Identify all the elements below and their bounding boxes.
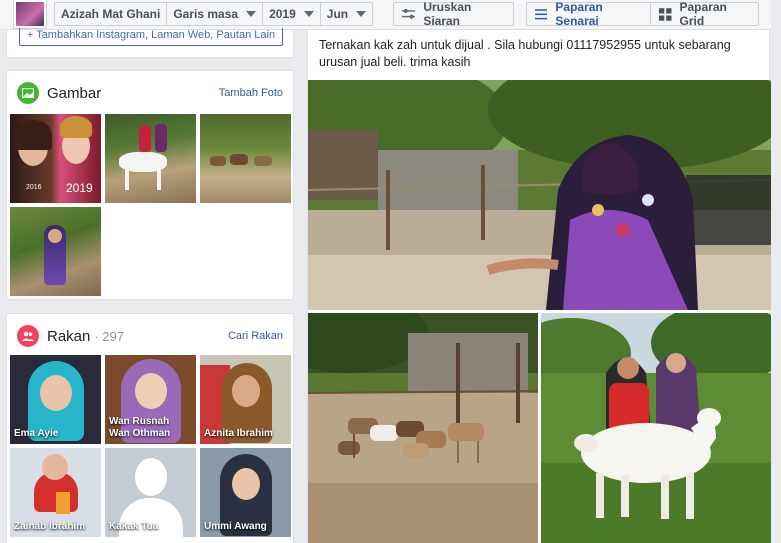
intro-card: + Tambahkan Instagram, Laman Web, Pautan… — [6, 28, 294, 58]
friends-card: Rakan · 297 Cari Rakan Ema Ayie Wan Rusn… — [6, 313, 294, 543]
timeline-dropdown[interactable]: Garis masa — [167, 3, 264, 25]
timeline-navbar: Azizah Mat Ghani Garis masa 2019 Jun Uru… — [0, 0, 781, 30]
friends-icon — [17, 325, 39, 347]
post-text: Ternakan kak zah untuk dijual . Sila hub… — [319, 38, 731, 69]
year-label: 2019 — [269, 7, 296, 21]
friend-name: Zainab Ibrahim — [14, 521, 86, 532]
chevron-down-icon — [303, 11, 314, 17]
friend-tile[interactable]: Ummi Awang — [200, 448, 291, 537]
grid-view-button[interactable]: Paparan Grid — [650, 0, 759, 28]
timeline-filter-group: Azizah Mat Ghani Garis masa 2019 Jun — [54, 2, 374, 26]
photos-title: Gambar — [47, 84, 102, 102]
photos-card: Gambar Tambah Foto 2016 2019 — [6, 70, 294, 300]
friends-count: · 297 — [94, 328, 124, 344]
add-links-button[interactable]: + Tambahkan Instagram, Laman Web, Pautan… — [19, 28, 283, 46]
year-dropdown[interactable]: 2019 — [263, 3, 321, 25]
thumb-small-year: 2016 — [26, 184, 42, 191]
post-photo-white-goat[interactable] — [541, 313, 771, 543]
friend-tile[interactable]: Aznita Ibrahim — [200, 355, 291, 444]
friends-card-header: Rakan · 297 Cari Rakan — [17, 324, 283, 348]
find-friends-link[interactable]: Cari Rakan — [228, 330, 283, 342]
timeline-label: Garis masa — [173, 7, 239, 21]
profile-avatar-small[interactable] — [14, 0, 46, 28]
manage-posts-label: Uruskan Siaran — [423, 0, 472, 28]
friend-tile[interactable]: Zainab Ibrahim — [10, 448, 101, 537]
photo-thumbnail[interactable] — [10, 207, 101, 296]
photo-thumbnail[interactable]: 2016 2019 — [10, 114, 101, 203]
timeline-post: Ternakan kak zah untuk dijual . Sila hub… — [307, 30, 771, 543]
post-photo-goats[interactable] — [308, 313, 538, 543]
chevron-down-icon — [356, 11, 367, 17]
friends-title: Rakan — [47, 327, 91, 345]
friend-name: Kakak Tua — [109, 521, 159, 532]
add-links-label: Tambahkan Instagram, Laman Web, Pautan L… — [36, 29, 276, 41]
chevron-down-icon — [246, 11, 257, 17]
profile-name-button[interactable]: Azizah Mat Ghani — [55, 3, 168, 25]
page-scrollbar[interactable] — [771, 0, 781, 543]
thumb-year: 2019 — [66, 181, 93, 195]
photo-thumbnail[interactable] — [105, 114, 196, 203]
photos-icon — [17, 82, 39, 104]
grid-view-label: Paparan Grid — [679, 0, 727, 28]
month-label: Jun — [326, 7, 349, 21]
list-view-label: Paparan Senarai — [555, 0, 603, 28]
grid-icon — [659, 7, 672, 21]
friend-name: Ummi Awang — [204, 521, 267, 532]
friend-tile[interactable]: Wan Rusnah Wan Othman — [105, 355, 196, 444]
friend-name: Ema Ayie — [14, 428, 59, 439]
photo-thumbnail[interactable] — [200, 114, 291, 203]
list-view-button[interactable]: Paparan Senarai — [526, 0, 652, 28]
settings-sliders-icon — [402, 8, 416, 19]
month-dropdown[interactable]: Jun — [321, 3, 372, 25]
add-photo-link[interactable]: Tambah Foto — [219, 87, 283, 99]
manage-posts-button[interactable]: Uruskan Siaran — [393, 0, 514, 28]
friend-tile[interactable]: Kakak Tua — [105, 448, 196, 537]
friend-name: Wan Rusnah Wan Othman — [109, 416, 171, 439]
friend-tile[interactable]: Ema Ayie — [10, 355, 101, 444]
friend-name: Aznita Ibrahim — [204, 428, 273, 439]
photos-card-header: Gambar Tambah Foto — [17, 81, 283, 105]
list-icon — [535, 8, 548, 19]
post-photo-main[interactable] — [308, 80, 771, 310]
